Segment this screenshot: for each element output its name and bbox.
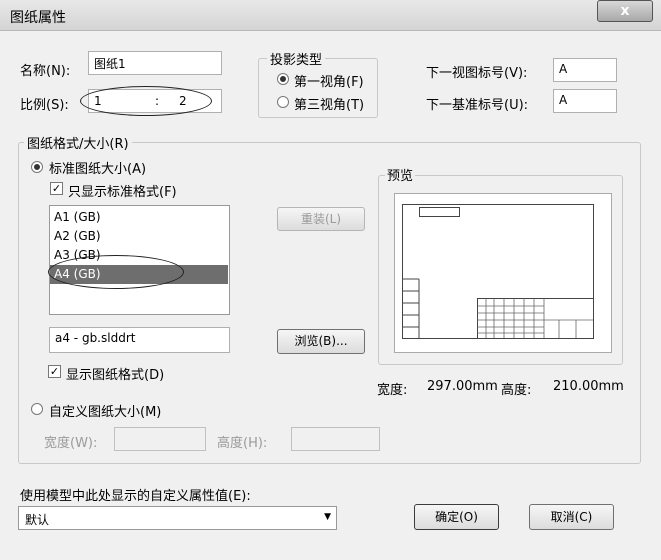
preview-width-label: 宽度: [377, 383, 408, 398]
dialog-title: 图纸属性 [10, 10, 66, 26]
preview-label: 预览 [385, 165, 416, 184]
show-format-checkbox[interactable]: ✓ [48, 365, 61, 378]
next-view-input[interactable]: A [553, 58, 617, 82]
only-standard-checkbox[interactable]: ✓ [50, 182, 63, 195]
close-button[interactable]: x [597, 0, 653, 22]
chevron-down-icon: ▼ [324, 512, 331, 522]
sheet-preview [394, 193, 612, 353]
browse-button[interactable]: 浏览(B)... [277, 329, 365, 354]
list-item-a2[interactable]: A2 (GB) [50, 227, 228, 246]
standard-size-radio[interactable] [31, 161, 43, 173]
projection-title: 投影类型 [267, 49, 326, 68]
preview-height-label: 高度: [501, 383, 532, 398]
third-angle-radio[interactable] [277, 96, 289, 108]
reload-button[interactable]: 重装(L) [277, 207, 365, 231]
custom-height-input[interactable] [291, 427, 380, 451]
format-file-input[interactable]: a4 - gb.slddrt [49, 327, 230, 353]
show-format-label[interactable]: 显示图纸格式(D) [66, 364, 164, 383]
third-angle-label[interactable]: 第三视角(T) [294, 94, 364, 113]
selection-highlight-ellipse [48, 255, 184, 289]
next-datum-input[interactable]: A [553, 89, 617, 113]
first-angle-label[interactable]: 第一视角(F) [294, 71, 364, 90]
scale-label: 比例(S): [20, 98, 69, 113]
format-size-title: 图纸格式/大小(R) [24, 133, 132, 152]
next-view-label: 下一视图标号(V): [426, 66, 528, 81]
name-label: 名称(N): [20, 64, 71, 79]
only-standard-label[interactable]: 只显示标准格式(F) [68, 181, 177, 200]
custom-size-radio[interactable] [31, 403, 43, 415]
next-datum-label: 下一基准标号(U): [426, 98, 529, 113]
custom-property-label: 使用模型中此处显示的自定义属性值(E): [20, 489, 251, 504]
custom-height-label: 高度(H): [217, 436, 268, 451]
custom-size-label[interactable]: 自定义图纸大小(M) [49, 401, 161, 420]
list-item-a1[interactable]: A1 (GB) [50, 208, 228, 227]
ok-button[interactable]: 确定(O) [414, 504, 499, 530]
custom-property-select[interactable]: 默认 ▼ [18, 506, 337, 530]
title-bar [0, 0, 661, 31]
custom-property-value: 默认 [25, 513, 50, 527]
custom-width-input[interactable] [114, 427, 206, 451]
custom-width-label: 宽度(W): [44, 436, 98, 451]
first-angle-radio[interactable] [277, 73, 289, 85]
standard-size-label[interactable]: 标准图纸大小(A) [49, 158, 146, 177]
preview-height-value: 210.00mm [553, 379, 624, 394]
name-input[interactable]: 图纸1 [88, 51, 222, 75]
cancel-button[interactable]: 取消(C) [529, 504, 614, 530]
preview-width-value: 297.00mm [427, 379, 498, 394]
scale-highlight-ellipse [80, 86, 212, 116]
